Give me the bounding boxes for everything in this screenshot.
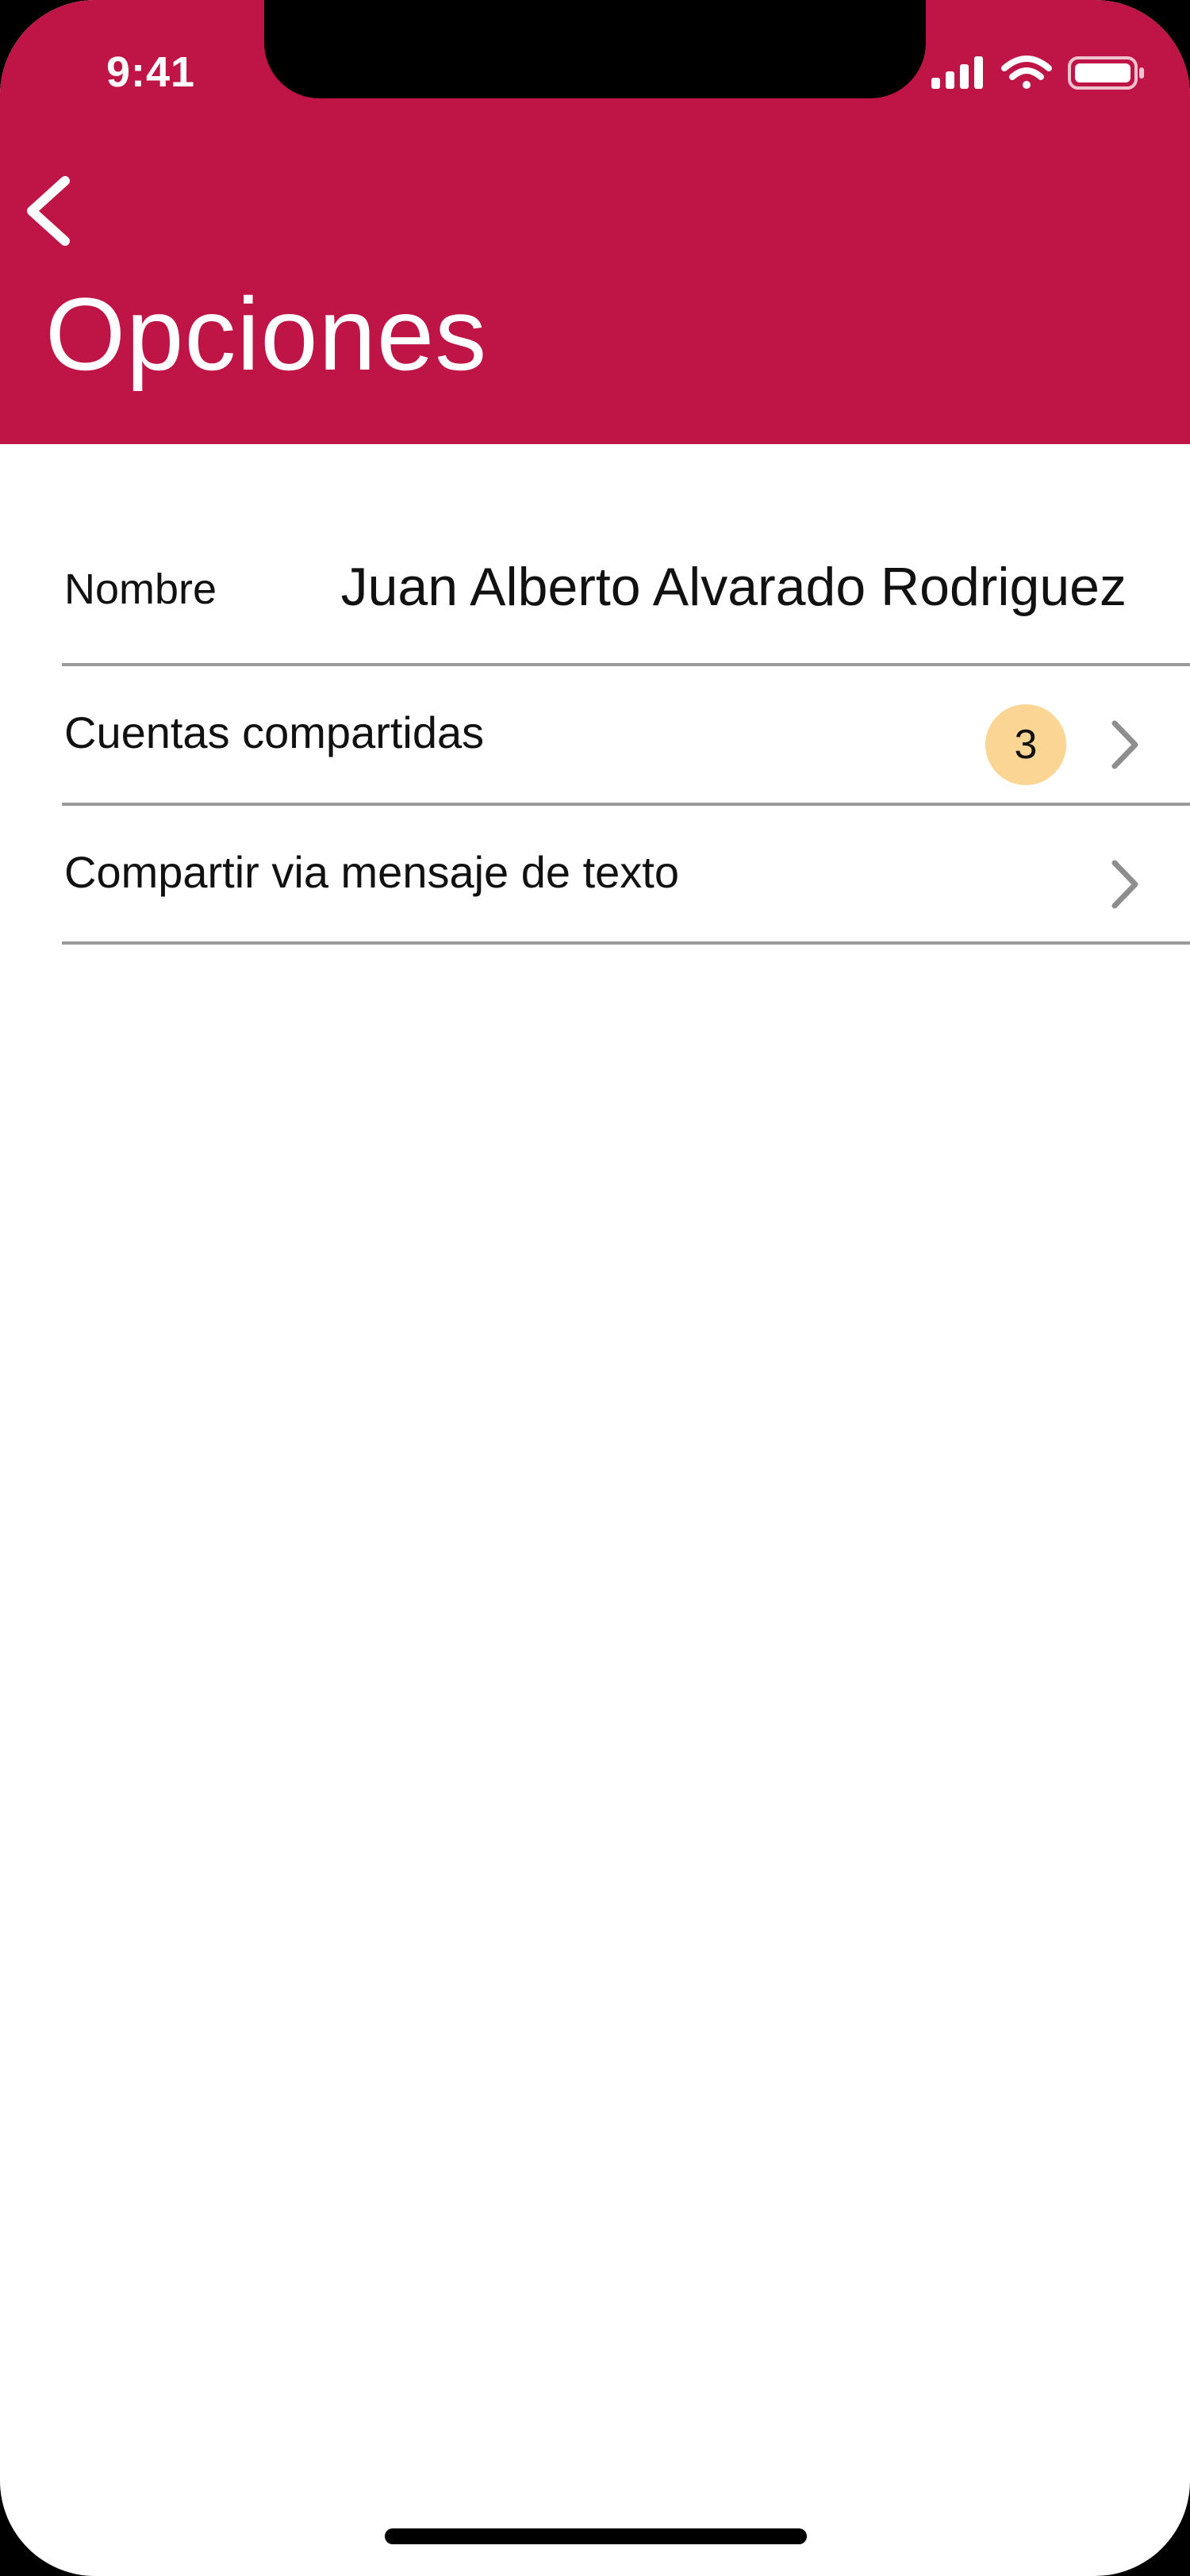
chevron-right-icon	[1111, 720, 1138, 769]
divider	[62, 941, 1190, 945]
home-indicator[interactable]	[385, 2528, 807, 2544]
share-sms-label: Compartir via mensaje de texto	[64, 847, 680, 897]
shared-accounts-label: Cuentas compartidas	[64, 707, 485, 757]
shared-accounts-row[interactable]: Cuentas compartidas 3	[0, 666, 1190, 806]
name-row: Nombre Juan Alberto Alvarado Rodriguez	[0, 444, 1190, 666]
phone-screen: 9:41 Opciones Nombre Juan Alberto Alvara…	[0, 0, 1190, 2576]
status-time: 9:41	[106, 48, 196, 96]
share-sms-row[interactable]: Compartir via mensaje de texto	[0, 806, 1190, 945]
navigation-header: 9:41 Opciones	[0, 0, 1190, 444]
battery-icon	[1068, 56, 1144, 90]
chevron-right-icon	[1111, 860, 1138, 909]
page-title: Opciones	[45, 276, 488, 392]
device-notch	[264, 0, 926, 98]
wifi-icon	[1001, 56, 1052, 89]
signal-icon	[931, 56, 983, 89]
status-icons-svg	[931, 56, 1144, 90]
back-button[interactable]	[19, 167, 90, 254]
shared-accounts-count-badge: 3	[985, 704, 1066, 785]
name-value: Juan Alberto Alvarado Rodriguez	[340, 557, 1127, 617]
chevron-left-icon	[27, 176, 70, 246]
name-label: Nombre	[64, 565, 217, 613]
status-icons	[928, 51, 1150, 98]
